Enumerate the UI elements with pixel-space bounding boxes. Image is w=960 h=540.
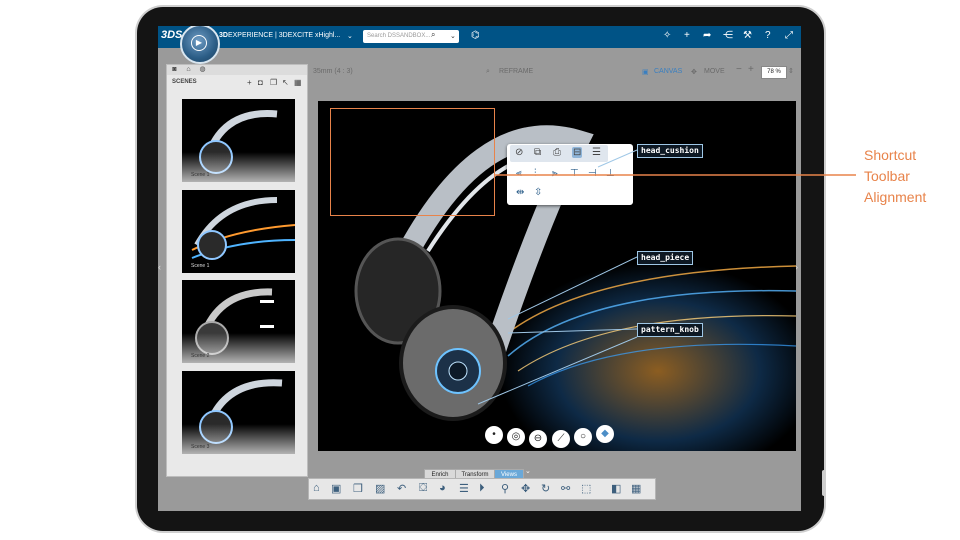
fullscreen-icon[interactable]: ⤢ <box>785 30 793 41</box>
tablet-side-button <box>822 470 826 496</box>
material-ball-icon[interactable]: ◧ <box>611 482 621 495</box>
ring-icon[interactable]: ⊖ <box>529 430 547 448</box>
scene-icon[interactable]: ⛋ <box>419 482 427 495</box>
box-icon[interactable]: ⬚ <box>581 482 591 495</box>
search-icon[interactable]: ⌕ <box>431 30 435 40</box>
network-icon[interactable]: ⋲ <box>723 30 733 41</box>
scene-label: Scene 2 <box>191 353 210 359</box>
compass-button[interactable]: ▶ <box>180 26 220 64</box>
environment-icon[interactable]: ▦ <box>631 482 641 495</box>
duplicate-scene-icon[interactable]: ❐ <box>270 78 277 87</box>
annotation-line-2: Toolbar <box>864 168 910 184</box>
scene-label: Scene 1 <box>191 263 210 269</box>
render-icon[interactable]: ▨ <box>375 482 385 495</box>
headphone-thumbnail-image <box>191 197 295 260</box>
brand-logo[interactable]: 3DS <box>161 29 182 41</box>
object-icon[interactable]: ⌂ <box>183 66 194 74</box>
move-button[interactable]: MOVE <box>704 68 725 75</box>
grid-view-icon[interactable]: ▦ <box>294 78 302 87</box>
zoom-stepper-icon[interactable]: ⇕ <box>788 67 794 75</box>
tools-icon[interactable]: ⚒ <box>743 30 752 41</box>
rotate-icon[interactable]: ↻ <box>541 482 550 495</box>
canvas-button[interactable]: CANVAS <box>654 68 682 75</box>
home-icon[interactable]: ⌂ <box>313 482 320 494</box>
top-bar: 3DS ▶ 3DEXPERIENCE | 3DEXCITE xHighl... … <box>158 26 801 64</box>
play-icon[interactable]: ⏵ <box>479 482 485 495</box>
annotation-line-1: Shortcut <box>864 147 917 163</box>
cube-icon[interactable]: ◆ <box>596 425 614 443</box>
scene-thumbnail[interactable]: Scene 2 <box>182 280 295 363</box>
target-icon[interactable]: ◎ <box>507 428 525 446</box>
point-icon[interactable]: • <box>485 426 503 444</box>
move-icon[interactable]: ✥ <box>691 68 697 76</box>
add-scene-icon[interactable]: + <box>247 78 252 87</box>
undo-icon[interactable]: ↶ <box>397 482 406 495</box>
annotation-text: Shortcut Toolbar Alignment <box>864 145 926 208</box>
scene-thumbnail[interactable]: Scene 3 <box>182 371 295 454</box>
lasso-icon[interactable]: ⚯ <box>561 482 570 495</box>
help-icon[interactable]: ? <box>765 30 771 41</box>
save-icon[interactable]: ▣ <box>331 482 341 495</box>
tag-icon[interactable]: ⌬ <box>471 30 480 41</box>
plus-icon[interactable]: + <box>684 30 690 41</box>
search-input[interactable]: Search DSSANDBOX... <box>363 30 459 43</box>
zoom-icon[interactable]: ⚲ <box>501 482 509 495</box>
view-cube-icon[interactable]: ❒ <box>353 482 363 495</box>
panel-tabs: ◙ ⌂ ◍ <box>167 65 307 75</box>
title-chevron-down-icon[interactable]: ⌄ <box>347 32 353 40</box>
reframe-button[interactable]: REFRAME <box>499 68 533 75</box>
layers-icon[interactable]: ☰ <box>459 482 469 495</box>
material-icon[interactable]: ◍ <box>197 66 208 74</box>
app-screen: 3DS ▶ 3DEXPERIENCE | 3DEXCITE xHighl... … <box>158 26 801 511</box>
zoom-out-icon[interactable]: − <box>736 64 742 75</box>
zoom-in-icon[interactable]: + <box>748 64 754 75</box>
annotation-line-3: Alignment <box>864 189 927 205</box>
cursor-icon[interactable]: ↖ <box>282 78 289 87</box>
compass-play-icon: ▶ <box>191 35 207 51</box>
slash-icon[interactable]: ⟋ <box>552 430 570 448</box>
search-chevron-down-icon[interactable]: ⌄ <box>450 32 456 40</box>
shortcut-toolbar-highlight <box>330 108 495 216</box>
app-title-rest: EXPERIENCE | 3DEXCITE xHighl... <box>227 32 341 39</box>
pan-icon[interactable]: ✥ <box>521 482 530 495</box>
circle-icon[interactable]: ○ <box>574 428 592 446</box>
collapse-left-icon[interactable]: ‹ <box>158 262 161 272</box>
tabs-chevron-down-icon[interactable]: ⌄ <box>525 467 531 475</box>
scene-thumbnail[interactable]: Scene 1 <box>182 190 295 273</box>
camera-icon[interactable]: ◙ <box>169 66 180 74</box>
action-bar: ⌂ ▣ ❒ ▨ ↶ ⛋ ◕ ☰ ⏵ ⚲ ✥ ↻ ⚯ ⬚ ◧ ▦ <box>308 478 656 500</box>
scene-thumbnail[interactable]: Scene 1 <box>182 99 295 182</box>
app-title-bold: 3D <box>219 32 228 39</box>
zoom-level-input[interactable]: 78 % <box>761 66 787 79</box>
app-title[interactable]: 3DEXPERIENCE | 3DEXCITE xHighl... <box>219 32 340 39</box>
camera-scene-icon[interactable]: ◘ <box>258 78 263 87</box>
scene-label: Scene 1 <box>191 172 210 178</box>
sphere-icon[interactable]: ◕ <box>439 482 446 494</box>
canvas-icon[interactable]: ▣ <box>642 68 649 76</box>
scenes-title: SCENES <box>172 79 197 85</box>
share-arrow-icon[interactable]: ➦ <box>703 30 711 41</box>
reframe-search-icon[interactable]: ⌕ <box>486 68 490 76</box>
lens-selector[interactable]: 35mm (4 : 3) <box>313 68 353 75</box>
scenes-panel: ◙ ⌂ ◍ SCENES + ◘ ❐ ↖ ▦ Scene 1 Scene 1 S… <box>166 64 308 477</box>
scene-label: Scene 3 <box>191 444 210 450</box>
sparkle-icon[interactable]: ✧ <box>663 30 671 41</box>
